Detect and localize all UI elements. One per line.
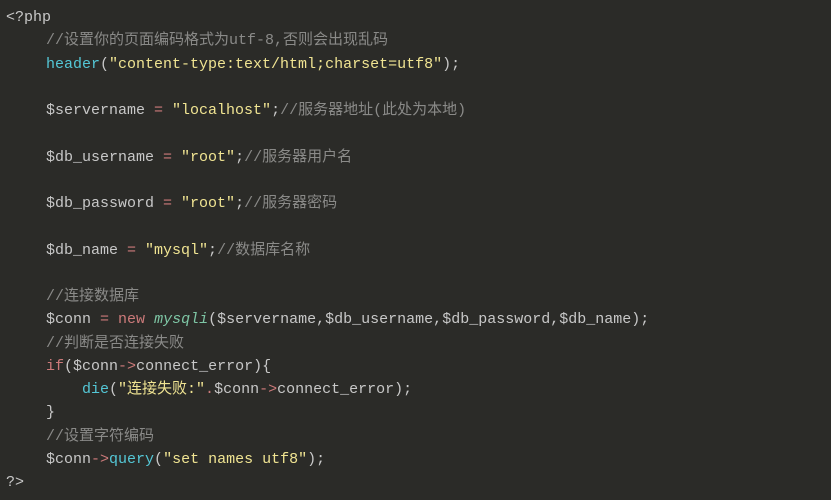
stmt-close-brace: } (6, 401, 831, 424)
stmt-db-username: $db_username = "root";//服务器用户名 (6, 146, 831, 169)
stmt-header: header("content-type:text/html;charset=u… (6, 53, 831, 76)
comment-encoding: //设置你的页面编码格式为utf-8,否则会出现乱码 (6, 29, 831, 52)
stmt-servername: $servername = "localhost";//服务器地址(此处为本地) (6, 99, 831, 122)
stmt-die: die("连接失败:".$conn->connect_error); (6, 378, 831, 401)
stmt-db-password: $db_password = "root";//服务器密码 (6, 192, 831, 215)
blank-line (6, 169, 831, 192)
stmt-db-name: $db_name = "mysql";//数据库名称 (6, 239, 831, 262)
php-close-tag: ?> (6, 471, 831, 494)
blank-line (6, 122, 831, 145)
comment-set-charset: //设置字符编码 (6, 425, 831, 448)
stmt-conn-new: $conn = new mysqli($servername,$db_usern… (6, 308, 831, 331)
stmt-if: if($conn->connect_error){ (6, 355, 831, 378)
comment-check-fail: //判断是否连接失败 (6, 332, 831, 355)
stmt-query: $conn->query("set names utf8"); (6, 448, 831, 471)
blank-line (6, 76, 831, 99)
blank-line (6, 262, 831, 285)
blank-line (6, 215, 831, 238)
php-open-tag: <?php (6, 6, 831, 29)
comment-connect: //连接数据库 (6, 285, 831, 308)
